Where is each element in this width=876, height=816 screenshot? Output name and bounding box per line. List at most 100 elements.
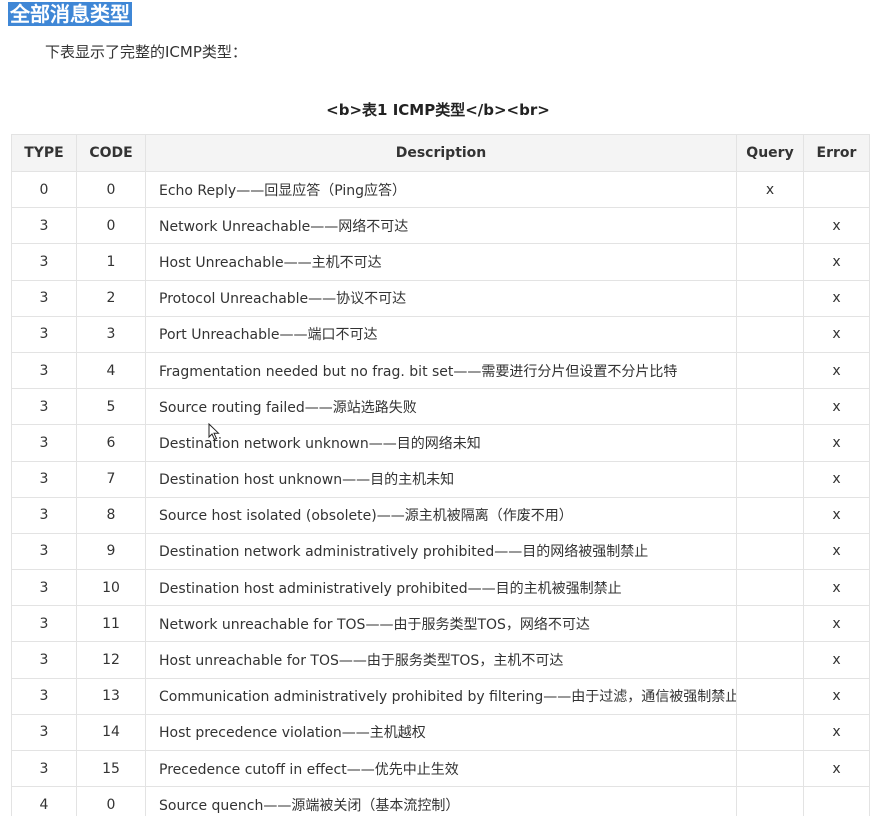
cell-code: 3 [76,315,146,353]
cell-description: Network unreachable for TOS——由于服务类型TOS，网… [145,605,737,643]
cell-error: x [803,677,870,715]
cell-error: x [803,713,870,752]
cell-error: x [803,532,870,571]
cell-query: x [736,170,804,209]
cell-error: x [803,424,870,462]
cell-description: Protocol Unreachable——协议不可达 [145,279,737,317]
cell-query [736,315,804,353]
cell-code: 9 [76,532,146,571]
cell-description: Host Unreachable——主机不可达 [145,243,737,281]
cell-description: Host precedence violation——主机越权 [145,713,737,752]
cell-description: Precedence cutoff in effect——优先中止生效 [145,749,737,788]
cell-description: Fragmentation needed but no frag. bit se… [145,351,737,390]
cell-description: Network Unreachable——网络不可达 [145,207,737,245]
cell-query [736,605,804,643]
cell-code: 1 [76,243,146,281]
cell-type: 3 [11,207,77,245]
icmp-types-table: TYPE CODE Description Query Error 0 0 Echo… [11,134,870,816]
table-row: 3 0 Network Unreachable——网络不可达 x [11,207,870,245]
cell-code: 6 [76,424,146,462]
cell-error: x [803,279,870,317]
cell-description: Communication administratively prohibite… [145,677,737,715]
cell-error: x [803,207,870,245]
table-row: 3 8 Source host isolated (obsolete)——源主机被隔… [11,496,870,534]
cell-description: Destination network administratively pro… [145,532,737,571]
table-row: 3 11 Network unreachable for TOS——由于服务类型TO… [11,605,870,643]
table-row: 3 5 Source routing failed——源站选路失败 x [11,388,870,426]
cell-description: Destination host unknown——目的主机未知 [145,460,737,498]
cell-query [736,677,804,715]
section-heading: 全部消息类型 [8,2,132,26]
table-row: 3 3 Port Unreachable——端口不可达 x [11,315,870,353]
cell-query [736,351,804,390]
table-row: 3 1 Host Unreachable——主机不可达 x [11,243,870,281]
cell-error [803,170,870,209]
cell-type: 3 [11,713,77,752]
cell-query [736,243,804,281]
cell-query [736,532,804,571]
intro-text: 下表显示了完整的ICMP类型： [45,43,247,61]
cell-code: 13 [76,677,146,715]
cell-description: Source routing failed——源站选路失败 [145,388,737,426]
table-row: 4 0 Source quench——源端被关闭（基本流控制） [11,786,870,816]
cell-type: 0 [11,170,77,209]
cell-query [736,388,804,426]
cell-type: 3 [11,243,77,281]
cell-code: 0 [76,207,146,245]
cell-type: 3 [11,749,77,788]
table-row: 3 9 Destination network administratively p… [11,532,870,571]
cell-code: 10 [76,569,146,607]
cell-code: 2 [76,279,146,317]
cell-description: Host unreachable for TOS——由于服务类型TOS，主机不可… [145,641,737,679]
cell-code: 11 [76,605,146,643]
cell-error: x [803,569,870,607]
header-description: Description [145,134,737,172]
cell-type: 3 [11,279,77,317]
cell-code: 15 [76,749,146,788]
cell-code: 0 [76,170,146,209]
mouse-cursor-icon [208,423,220,441]
cell-query [736,207,804,245]
cell-error: x [803,243,870,281]
cell-type: 3 [11,605,77,643]
table-row: 3 6 Destination network unknown——目的网络未知 x [11,424,870,462]
cell-query [736,749,804,788]
header-type: TYPE [11,134,77,172]
cell-error: x [803,641,870,679]
table-body: 0 0 Echo Reply——回显应答（Ping应答） x 3 0 Network Unr… [11,170,870,816]
cell-query [736,424,804,462]
page: 全部消息类型 下表显示了完整的ICMP类型： <b>表1 ICMP类型</b><… [0,0,876,816]
cell-query [736,569,804,607]
cell-error: x [803,496,870,534]
cell-error: x [803,749,870,788]
cell-type: 3 [11,424,77,462]
cell-description: Port Unreachable——端口不可达 [145,315,737,353]
table-row: 0 0 Echo Reply——回显应答（Ping应答） x [11,170,870,209]
cell-query [736,786,804,816]
table-row: 3 14 Host precedence violation——主机越权 x [11,713,870,752]
cell-code: 14 [76,713,146,752]
header-query: Query [736,134,804,172]
cell-type: 3 [11,351,77,390]
cell-type: 3 [11,532,77,571]
cell-error [803,786,870,816]
cell-description: Source quench——源端被关闭（基本流控制） [145,786,737,816]
cell-query [736,641,804,679]
cell-code: 5 [76,388,146,426]
table-row: 3 12 Host unreachable for TOS——由于服务类型TOS，主… [11,641,870,679]
cell-error: x [803,388,870,426]
table-row: 3 7 Destination host unknown——目的主机未知 x [11,460,870,498]
cell-description: Destination network unknown——目的网络未知 [145,424,737,462]
table-row: 3 10 Destination host administratively pro… [11,569,870,607]
cell-type: 3 [11,569,77,607]
cell-code: 4 [76,351,146,390]
cell-query [736,713,804,752]
header-code: CODE [76,134,146,172]
table-caption: <b>表1 ICMP类型</b><br> [326,101,550,119]
cell-type: 3 [11,315,77,353]
cell-type: 3 [11,388,77,426]
cell-code: 0 [76,786,146,816]
table-row: 3 4 Fragmentation needed but no frag. bit … [11,351,870,390]
table-row: 3 15 Precedence cutoff in effect——优先中止生效 x [11,749,870,788]
cell-type: 3 [11,641,77,679]
